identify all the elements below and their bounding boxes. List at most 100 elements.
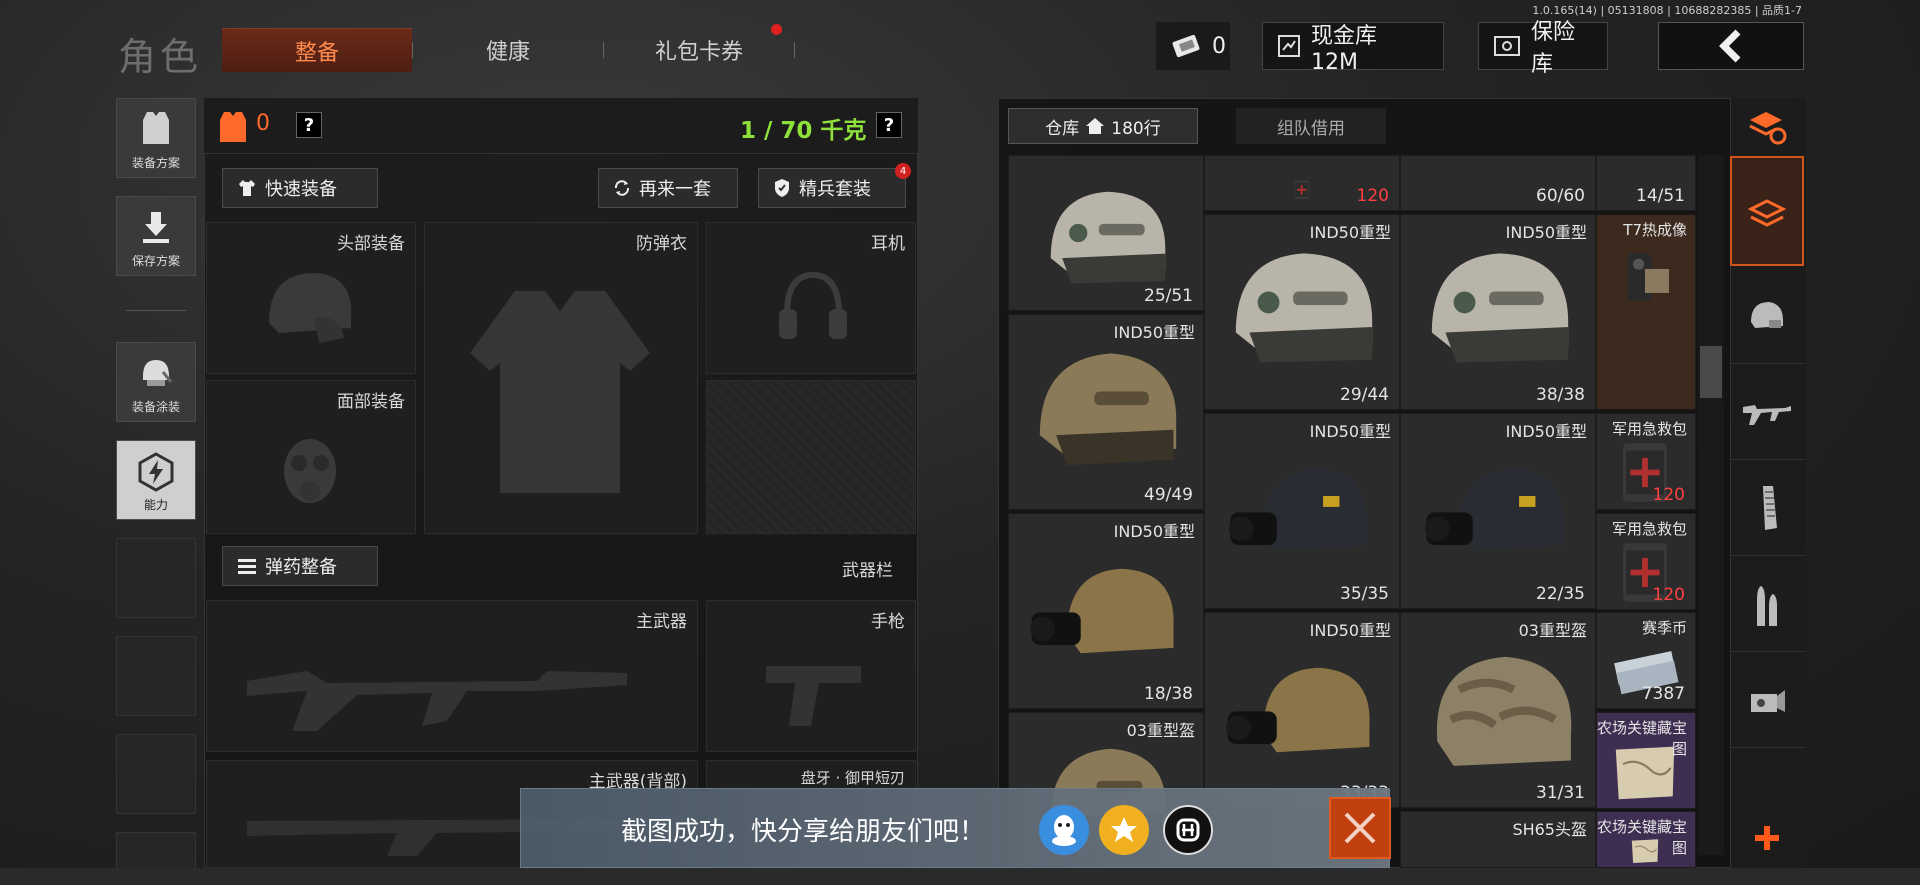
warehouse-item[interactable]: 农场关键藏宝图 — [1596, 712, 1696, 809]
app-logo-icon — [1176, 818, 1200, 842]
headset-slot[interactable]: 耳机 — [706, 222, 916, 374]
helmet-dark-item-icon — [1425, 468, 1563, 551]
warehouse-item[interactable]: IND50重型 29/44 — [1204, 214, 1400, 410]
storage-rows: 180行 — [1111, 118, 1161, 139]
left-rail: 装备方案 保存方案 装备涂装 能力 — [116, 98, 196, 878]
re-equip-button[interactable]: 再来一套 — [598, 168, 738, 208]
item-name: 03重型盔 — [1518, 621, 1587, 640]
warehouse-item[interactable]: 军用急救包 120 — [1596, 513, 1696, 610]
warehouse-item[interactable]: 农场关键藏宝图 — [1596, 811, 1696, 868]
ticket-count: 0 — [1212, 33, 1226, 59]
helmet-tan-item-icon — [1039, 353, 1177, 466]
category-weapon[interactable] — [1730, 364, 1804, 460]
pistol-slot[interactable]: 手枪 — [706, 600, 916, 752]
ammo-icon — [238, 559, 256, 574]
ability-label: 能力 — [143, 498, 168, 512]
tab-gift-cards[interactable]: 礼包卡券 — [604, 24, 794, 72]
warehouse-item[interactable]: T7热成像 — [1596, 214, 1696, 410]
cash-vault-button[interactable]: 现金库 12M — [1262, 22, 1444, 75]
vest-slot[interactable]: 防弹衣 — [424, 222, 698, 534]
safe-vault-button[interactable]: 保险库 — [1478, 20, 1608, 77]
category-helmet[interactable] — [1730, 268, 1804, 364]
tab-storage[interactable]: 仓库 180行 — [1008, 108, 1198, 144]
warehouse-item[interactable]: 赛季币 7387 — [1596, 612, 1696, 709]
scrollbar-track[interactable] — [1698, 155, 1724, 855]
warehouse-item[interactable]: IND50重型 18/38 — [1008, 513, 1204, 709]
shirt-icon — [239, 180, 255, 196]
warehouse-item[interactable]: 120 — [1204, 155, 1400, 211]
qq-share-button[interactable] — [1039, 805, 1089, 855]
empty-rail-slot[interactable] — [116, 538, 196, 618]
item-count: 25/51 — [1144, 286, 1193, 306]
category-ammo[interactable] — [1730, 556, 1804, 652]
item-count: 38/38 — [1536, 385, 1585, 405]
weight-help-icon[interactable]: ? — [876, 112, 902, 138]
warehouse-item[interactable]: IND50重型 35/35 — [1204, 413, 1400, 609]
bullets-icon — [1757, 585, 1777, 626]
item-name: T7热成像 — [1623, 221, 1687, 239]
headset-silhouette-icon — [779, 271, 847, 339]
tab-bar: 整备 健康 礼包卡券 — [222, 24, 802, 72]
item-name: IND50重型 — [1113, 323, 1195, 342]
empty-rail-slot[interactable] — [116, 636, 196, 716]
helmet-silhouette-icon — [269, 273, 352, 343]
page-title: 角色 — [118, 35, 203, 79]
safe-vault-label: 保险库 — [1531, 20, 1576, 77]
helmet-white-item-icon — [1431, 253, 1569, 363]
warehouse-item[interactable]: 03重型盔 31/31 — [1400, 612, 1596, 808]
star-icon — [1111, 817, 1137, 842]
sort-refresh-button[interactable] — [1746, 106, 1788, 152]
helmet-white-item-icon — [1235, 253, 1373, 363]
vest-icon — [143, 112, 169, 144]
ticket-counter[interactable]: 0 — [1156, 22, 1230, 70]
item-name: 赛季币 — [1641, 619, 1687, 637]
cash-vault-label: 现金库 12M — [1311, 23, 1378, 75]
warehouse-item[interactable]: 25/51 — [1008, 155, 1204, 311]
category-attachment[interactable] — [1730, 652, 1804, 748]
warehouse-item[interactable]: IND50重型 22/35 — [1400, 413, 1596, 609]
back-button[interactable] — [1658, 22, 1804, 70]
empty-slot[interactable] — [706, 380, 916, 534]
primary-weapon-slot[interactable]: 主武器 — [206, 600, 698, 752]
armor-help-icon[interactable]: ? — [296, 112, 322, 138]
scrollbar-thumb[interactable] — [1700, 346, 1722, 398]
helmet-tan-nv-item-icon — [1226, 667, 1370, 753]
warehouse-item[interactable]: IND50重型33/33 — [1204, 612, 1400, 808]
loadout-plan-button[interactable]: 装备方案 — [116, 98, 196, 178]
empty-rail-slot[interactable] — [116, 734, 196, 814]
melee-slot-label: 盘牙 · 御甲短刃 — [800, 769, 905, 787]
tab-storage-label: 仓库 — [1045, 118, 1080, 139]
helmet-dark-item-icon — [1229, 468, 1367, 551]
item-name: IND50重型 — [1505, 422, 1587, 441]
qzone-share-button[interactable] — [1099, 805, 1149, 855]
tab-gear[interactable]: 整备 — [222, 28, 412, 72]
category-all[interactable] — [1730, 156, 1804, 266]
quick-equip-button[interactable]: 快速装备 — [222, 168, 378, 208]
screenshot-toast: 截图成功，快分享给朋友们吧！ — [520, 788, 1391, 868]
loadout-plan-label: 装备方案 — [131, 156, 180, 170]
warehouse-item[interactable]: 14/51 — [1596, 155, 1696, 211]
warehouse-item[interactable]: 60/60 — [1400, 155, 1596, 211]
save-plan-button[interactable]: 保存方案 — [116, 196, 196, 276]
warehouse-item[interactable]: 军用急救包 120 — [1596, 413, 1696, 510]
item-name: IND50重型 — [1309, 621, 1391, 640]
tab-health[interactable]: 健康 — [413, 28, 603, 72]
face-slot[interactable]: 面部装备 — [206, 380, 416, 534]
category-magazine[interactable] — [1730, 460, 1804, 556]
close-toast-button[interactable] — [1329, 797, 1391, 859]
warehouse-item[interactable]: SH65头盔 — [1400, 811, 1596, 868]
ammo-button[interactable]: 弹药整备 — [222, 546, 378, 586]
warehouse-item[interactable]: IND50重型 38/38 — [1400, 214, 1596, 410]
elite-set-button[interactable]: 精兵套装 4 — [758, 163, 911, 208]
add-category-button[interactable] — [1730, 810, 1804, 866]
tab-team-borrow[interactable]: 组队借用 — [1236, 108, 1386, 144]
ability-button[interactable]: 能力 — [116, 440, 196, 520]
layers-icon — [1747, 199, 1787, 227]
app-share-button[interactable] — [1163, 805, 1213, 855]
item-name: IND50重型 — [1505, 223, 1587, 242]
thermal-item-icon — [1627, 253, 1669, 301]
weight-display: 1 / 70 千克 — [740, 118, 867, 144]
warehouse-item[interactable]: IND50重型 49/49 — [1008, 314, 1204, 510]
head-slot[interactable]: 头部装备 — [206, 222, 416, 374]
gear-skin-button[interactable]: 装备涂装 — [116, 342, 196, 422]
